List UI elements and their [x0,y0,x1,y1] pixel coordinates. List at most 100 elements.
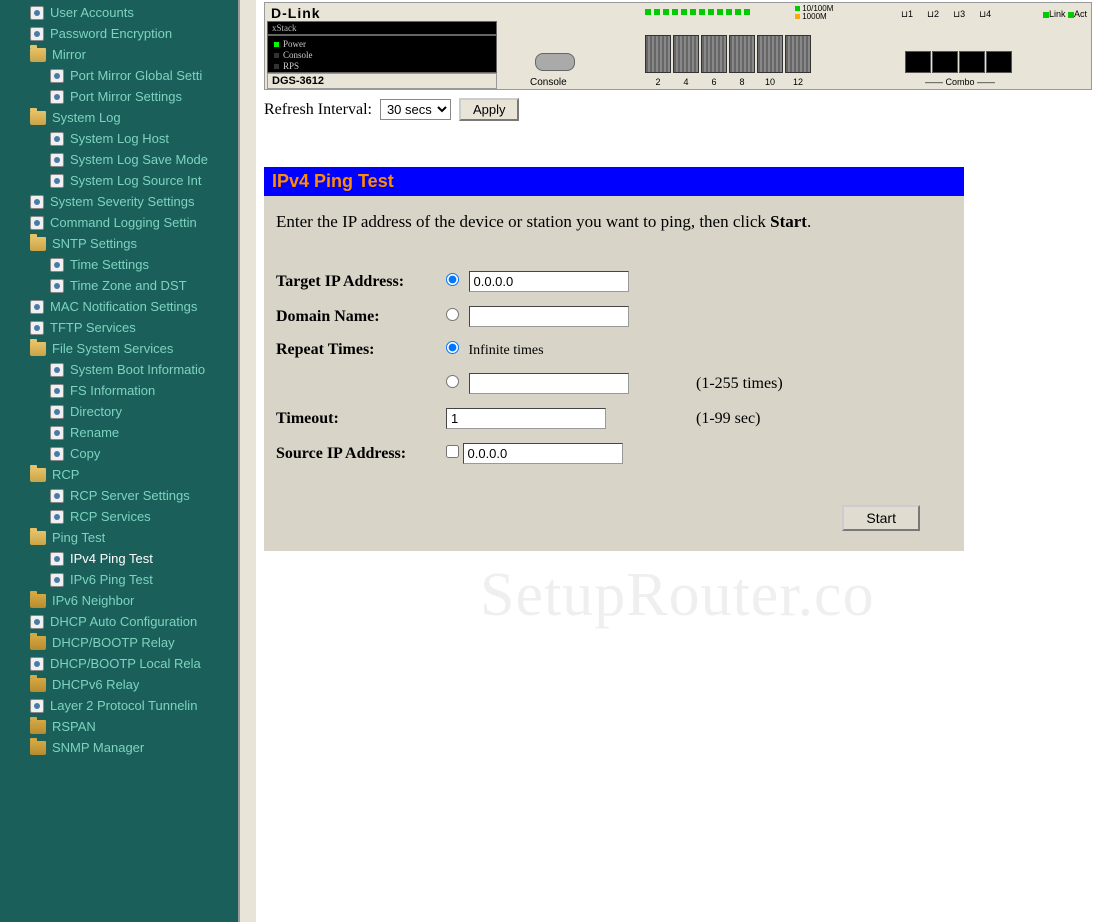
source-ip-label: Source IP Address: [276,440,446,467]
tree-item-label: Copy [70,446,100,461]
start-button[interactable]: Start [842,505,920,531]
tree-item-ipv6-neighbor[interactable]: IPv6 Neighbor [0,590,238,611]
rps-led [274,64,279,69]
tree-item-rcp-services[interactable]: RCP Services [0,506,238,527]
source-ip-input[interactable] [463,443,623,464]
tree-item-system-log-source-int[interactable]: System Log Source Int [0,170,238,191]
repeat-label: Repeat Times: [276,338,446,362]
tree-item-label: RCP Server Settings [70,488,190,503]
document-icon [30,615,44,629]
tree-item-label: RCP [52,467,79,482]
tree-item-ipv6-ping-test[interactable]: IPv6 Ping Test [0,569,238,590]
folder-open-icon [30,342,46,356]
target-ip-label: Target IP Address: [276,268,446,295]
tree-item-dhcpv6-relay[interactable]: DHCPv6 Relay [0,674,238,695]
tree-item-rename[interactable]: Rename [0,422,238,443]
tree-item-system-log-host[interactable]: System Log Host [0,128,238,149]
tree-item-snmp-manager[interactable]: SNMP Manager [0,737,238,758]
main-content: D-Link xStack Power Console RPS DGS-3612… [256,0,1100,922]
domain-name-label: Domain Name: [276,303,446,330]
tree-item-label: Mirror [52,47,86,62]
document-icon [30,321,44,335]
sidebar-scrollbar[interactable] [240,0,256,922]
tree-item-label: IPv6 Neighbor [52,593,134,608]
timeout-input[interactable] [446,408,606,429]
tree-item-label: Directory [70,404,122,419]
repeat-infinite-radio[interactable] [446,341,459,354]
apply-button[interactable]: Apply [459,98,520,121]
document-icon [50,426,64,440]
panel-title: IPv4 Ping Test [264,167,964,196]
console-port-label: Console [530,77,567,88]
combo-label: —— Combo —— [905,77,1015,87]
document-icon [50,552,64,566]
tree-item-tftp-services[interactable]: TFTP Services [0,317,238,338]
folder-closed-icon [30,636,46,650]
tree-item-port-mirror-settings[interactable]: Port Mirror Settings [0,86,238,107]
repeat-count-help: (1-255 times) [696,370,789,397]
document-icon [50,132,64,146]
model-label: DGS-3612 [267,73,497,89]
tree-item-system-boot-informatio[interactable]: System Boot Informatio [0,359,238,380]
tree-item-label: DHCP/BOOTP Relay [52,635,175,650]
serial-port-icon [535,53,575,71]
tree-item-system-severity-settings[interactable]: System Severity Settings [0,191,238,212]
tree-item-ping-test[interactable]: Ping Test [0,527,238,548]
tree-item-dhcp-bootp-relay[interactable]: DHCP/BOOTP Relay [0,632,238,653]
document-icon [50,384,64,398]
tree-item-copy[interactable]: Copy [0,443,238,464]
tree-item-port-mirror-global-setti[interactable]: Port Mirror Global Setti [0,65,238,86]
power-led [274,42,279,47]
tree-item-directory[interactable]: Directory [0,401,238,422]
refresh-select[interactable]: 30 secs [380,99,451,120]
tree-item-dhcp-bootp-local-rela[interactable]: DHCP/BOOTP Local Rela [0,653,238,674]
repeat-infinite-text: Infinite times [469,343,544,358]
tree-item-label: Password Encryption [50,26,172,41]
domain-name-radio[interactable] [446,308,459,321]
tree-item-mirror[interactable]: Mirror [0,44,238,65]
ping-panel: IPv4 Ping Test Enter the IP address of t… [264,167,964,551]
tree-item-rspan[interactable]: RSPAN [0,716,238,737]
tree-item-sntp-settings[interactable]: SNTP Settings [0,233,238,254]
tree-item-rcp[interactable]: RCP [0,464,238,485]
tree-item-command-logging-settin[interactable]: Command Logging Settin [0,212,238,233]
source-ip-checkbox[interactable] [446,445,459,458]
tree-item-label: System Boot Informatio [70,362,205,377]
tree-item-layer-2-protocol-tunnelin[interactable]: Layer 2 Protocol Tunnelin [0,695,238,716]
tree-item-time-zone-and-dst[interactable]: Time Zone and DST [0,275,238,296]
tree-item-label: DHCP/BOOTP Local Rela [50,656,201,671]
tree-item-label: System Log Host [70,131,169,146]
tree-item-label: MAC Notification Settings [50,299,197,314]
document-icon [30,195,44,209]
port-block[interactable] [645,35,811,73]
folder-open-icon [30,531,46,545]
domain-name-input[interactable] [469,306,629,327]
tree-item-label: Rename [70,425,119,440]
tree-item-file-system-services[interactable]: File System Services [0,338,238,359]
target-ip-input[interactable] [469,271,629,292]
combo-ports[interactable] [905,51,1012,73]
folder-open-icon [30,111,46,125]
tree-item-password-encryption[interactable]: Password Encryption [0,23,238,44]
repeat-count-input[interactable] [469,373,629,394]
combo-numbers: ⊔1⊔2⊔3⊔4 [901,9,991,20]
document-icon [50,510,64,524]
tree-item-fs-information[interactable]: FS Information [0,380,238,401]
tree-item-mac-notification-settings[interactable]: MAC Notification Settings [0,296,238,317]
link-act-legend: Link Act [1043,9,1087,19]
target-ip-radio[interactable] [446,273,459,286]
tree-item-system-log[interactable]: System Log [0,107,238,128]
document-icon [50,489,64,503]
tree-item-label: System Log [52,110,121,125]
tree-item-system-log-save-mode[interactable]: System Log Save Mode [0,149,238,170]
port-leds [645,9,750,15]
tree-item-ipv4-ping-test[interactable]: IPv4 Ping Test [0,548,238,569]
tree-item-label: System Log Source Int [70,173,202,188]
document-icon [30,216,44,230]
tree-item-label: SNTP Settings [52,236,137,251]
tree-item-dhcp-auto-configuration[interactable]: DHCP Auto Configuration [0,611,238,632]
repeat-count-radio[interactable] [446,375,459,388]
tree-item-time-settings[interactable]: Time Settings [0,254,238,275]
tree-item-rcp-server-settings[interactable]: RCP Server Settings [0,485,238,506]
tree-item-user-accounts[interactable]: User Accounts [0,2,238,23]
